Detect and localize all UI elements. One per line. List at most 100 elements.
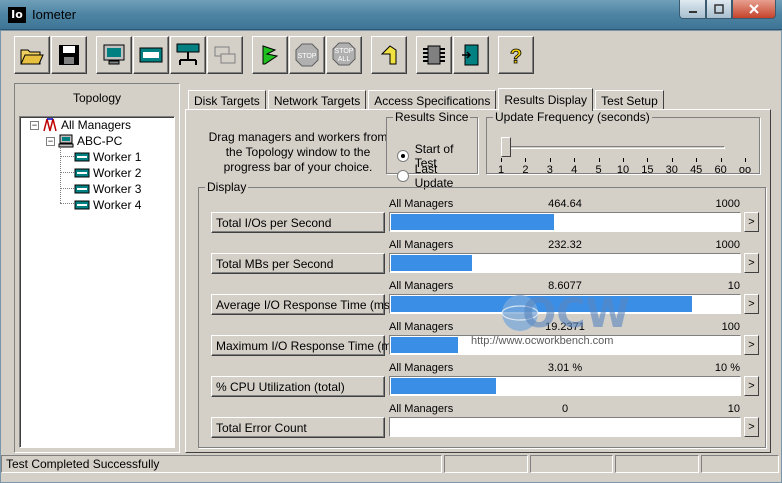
metric-select-button[interactable]: Average I/O Response Time (ms) <box>211 294 394 315</box>
tree-node-worker-2[interactable]: Worker 2 <box>74 165 141 181</box>
results-since-title: Results Since <box>395 110 469 124</box>
title-bar[interactable]: Io Iometer <box>0 0 782 30</box>
metric-progress-bar[interactable] <box>389 417 741 437</box>
metric-max: 100 <box>721 321 740 333</box>
display-group: Display All Managers 464.64 1000 Total I/Os… <box>198 180 766 448</box>
help-button[interactable]: ? <box>498 36 534 74</box>
watermark-url: http://www.ocworkbench.com <box>471 335 614 347</box>
metric-select-button[interactable]: Total Error Count <box>211 417 385 438</box>
maximize-button[interactable] <box>706 0 732 19</box>
metric-select-button[interactable]: Total I/Os per Second <box>211 212 385 233</box>
metric-progress-fill <box>391 214 554 230</box>
exit-icon <box>462 44 479 66</box>
tick-mark <box>549 158 551 162</box>
tick-mark <box>745 158 746 162</box>
minimize-button[interactable] <box>679 0 706 19</box>
radio-selected-icon <box>397 150 409 162</box>
metric-source-label: All Managers <box>389 280 454 292</box>
metric-select-button[interactable]: Total MBs per Second <box>211 253 385 274</box>
tick-mark <box>696 158 698 162</box>
main-window: STOP STOP ALL ? Topology − All Managers … <box>0 30 782 483</box>
disk-workers-button[interactable] <box>133 36 169 74</box>
close-button[interactable] <box>732 0 776 19</box>
status-bar: Test Completed Successfully <box>1 455 781 475</box>
close-icon <box>749 4 759 14</box>
svg-text:?: ? <box>510 46 522 68</box>
stop-button[interactable]: STOP <box>289 36 325 74</box>
display-button[interactable] <box>96 36 132 74</box>
tab-disk-targets[interactable]: Disk Targets <box>188 90 266 110</box>
tab-test-setup[interactable]: Test Setup <box>595 90 664 110</box>
network-icon <box>176 43 200 65</box>
update-frequency-thumb[interactable] <box>501 137 511 157</box>
tick-label: 1 <box>497 164 505 176</box>
worker-icon <box>214 46 236 64</box>
collapse-icon[interactable]: − <box>30 120 39 130</box>
tab-network-targets[interactable]: Network Targets <box>267 90 367 110</box>
metric-progress-fill <box>391 255 472 271</box>
computer-icon <box>58 134 74 148</box>
tick-label: 60 <box>714 164 727 176</box>
metric-range-button[interactable]: > <box>744 417 759 437</box>
tick-mark <box>671 158 673 162</box>
topology-tree[interactable]: − All Managers − ABC-PC Worker 1 Worker … <box>19 116 175 448</box>
tick-label: 5 <box>595 164 602 176</box>
metric-progress-bar[interactable] <box>389 294 741 314</box>
tab-access-specifications[interactable]: Access Specifications <box>368 90 497 110</box>
metric-max: 10 <box>727 280 740 292</box>
tree-node-worker-1[interactable]: Worker 1 <box>74 149 141 165</box>
start-icon <box>262 45 279 65</box>
tree-node-all-managers[interactable]: − All Managers <box>30 117 131 133</box>
open-button[interactable] <box>14 36 50 74</box>
save-button[interactable] <box>51 36 87 74</box>
status-pane-5 <box>701 455 780 473</box>
update-frequency-track[interactable] <box>501 146 725 149</box>
collapse-icon[interactable]: − <box>46 136 55 146</box>
duplicate-worker-button[interactable] <box>207 36 243 74</box>
metric-select-button[interactable]: % CPU Utilization (total) <box>211 376 385 397</box>
metric-range-button[interactable]: > <box>744 212 759 232</box>
reset-workers-button[interactable] <box>371 36 407 74</box>
config-button[interactable] <box>416 36 452 74</box>
metric-value: 19.2371 <box>545 321 585 333</box>
metric-range-button[interactable]: > <box>744 294 759 314</box>
metric-progress-bar[interactable] <box>389 212 741 232</box>
metric-source-label: All Managers <box>389 198 454 210</box>
results-since-group: Results Since Start of Test Last Update <box>386 110 478 190</box>
metric-progress-fill <box>391 296 692 312</box>
open-icon <box>20 49 44 65</box>
metric-range-button[interactable]: > <box>744 376 759 396</box>
start-button[interactable] <box>252 36 288 74</box>
exit-button[interactable] <box>453 36 489 74</box>
stop-all-button[interactable]: STOP ALL <box>326 36 362 74</box>
tick-label: oo <box>738 164 752 176</box>
metric-source-label: All Managers <box>389 239 454 251</box>
all-managers-icon <box>43 118 57 132</box>
maximize-icon <box>714 4 724 14</box>
results-display-panel: Drag managers and workers from the Topol… <box>185 109 771 453</box>
tree-label-worker: Worker 2 <box>93 166 142 180</box>
save-icon <box>59 45 79 65</box>
tree-node-worker-3[interactable]: Worker 3 <box>74 181 141 197</box>
worker-disk-icon <box>74 184 90 194</box>
metric-range-button[interactable]: > <box>744 335 759 355</box>
stop-all-icon: STOPALL <box>332 42 356 66</box>
tick-mark <box>574 158 576 162</box>
tick-mark <box>598 158 600 162</box>
metric-range-button[interactable]: > <box>744 253 759 273</box>
tree-node-manager[interactable]: − ABC-PC <box>46 133 122 149</box>
metric-max: 10 % <box>714 362 740 374</box>
tab-results-display[interactable]: Results Display <box>498 88 594 111</box>
metric-progress-bar[interactable] <box>389 253 741 273</box>
worker-disk-icon <box>74 168 90 178</box>
display-icon <box>103 44 125 65</box>
metric-select-button[interactable]: Maximum I/O Response Time (ms) <box>211 335 401 356</box>
tree-label-worker: Worker 1 <box>93 150 142 164</box>
reset-icon <box>380 45 397 65</box>
tree-node-worker-4[interactable]: Worker 4 <box>74 197 141 213</box>
tick-label: 45 <box>690 164 703 176</box>
network-workers-button[interactable] <box>170 36 206 74</box>
tree-label-manager: ABC-PC <box>77 134 123 148</box>
metric-value: 0 <box>561 403 569 415</box>
metric-progress-bar[interactable] <box>389 376 741 396</box>
